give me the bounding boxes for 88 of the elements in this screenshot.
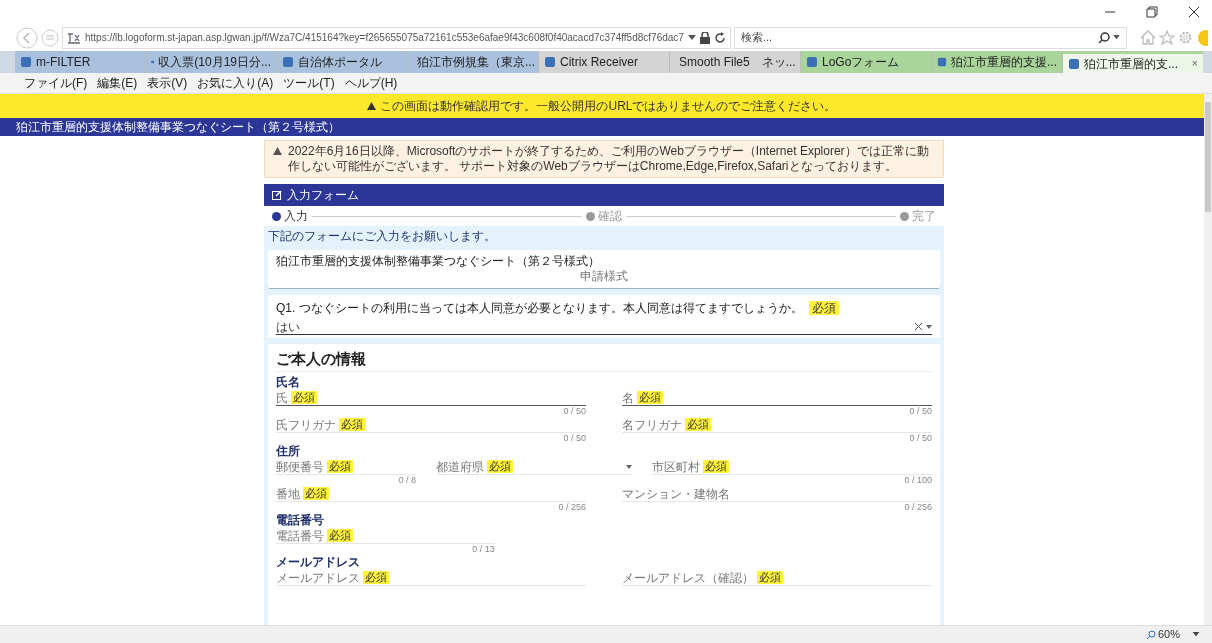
input-field[interactable]: マンション・建物名 — [622, 486, 932, 502]
required-badge: 必須 — [757, 571, 783, 584]
zoom-level[interactable]: 60% — [1157, 626, 1180, 643]
character-counter: 0 / 50 — [563, 433, 586, 443]
group-label: メールアドレス — [276, 555, 361, 569]
caret-icon[interactable] — [926, 324, 932, 329]
browser-tab[interactable]: LoGoフォーム — [801, 51, 932, 73]
step-label: 確認 — [598, 208, 622, 225]
browser-tab[interactable]: 自治体ポータル — [277, 51, 408, 73]
zoom-icon[interactable] — [1145, 629, 1156, 640]
browser-tab[interactable]: Smooth File5 ネッ... — [670, 51, 801, 73]
browser-tab[interactable]: 狛江市重層的支援... — [932, 51, 1063, 73]
character-counter: 0 / 50 — [909, 433, 932, 443]
browser-tab[interactable]: 狛江市重層的支... × — [1063, 51, 1203, 73]
warning-icon — [273, 147, 282, 155]
banner-text: この画面は動作確認用です。一般公開用のURLではありませんのでご注意ください。 — [380, 98, 837, 115]
search-input[interactable]: 検索... — [740, 29, 1098, 46]
menu-item[interactable]: ファイル(F) — [24, 74, 88, 92]
required-badge: 必須 — [327, 529, 353, 542]
menu-item[interactable]: お気に入り(A) — [197, 74, 274, 92]
question-text: Q1. つなぐシートの利用に当っては本人同意が必要となります。本人同意は得てますでしょうか。 — [276, 300, 803, 317]
answer-select[interactable]: はい — [276, 319, 932, 335]
character-counter: 0 / 13 — [472, 544, 495, 554]
step-label: 完了 — [912, 208, 936, 225]
input-field[interactable]: メールアドレス 必須 — [276, 570, 586, 586]
character-counter: 0 / 256 — [558, 502, 586, 512]
required-badge: 必須 — [703, 460, 729, 473]
input-field[interactable]: 都道府県 必須 — [436, 459, 632, 475]
character-counter: 0 / 100 — [904, 475, 932, 485]
input-field[interactable]: 市区町村 必須 — [652, 459, 932, 475]
page-title: 狛江市重層的支援体制整備事業つなぐシート（第２号様式） — [16, 119, 340, 136]
clear-icon[interactable] — [915, 323, 922, 330]
close-icon[interactable] — [1188, 6, 1200, 18]
input-field[interactable]: メールアドレス（確認） 必須 — [622, 570, 932, 586]
input-field[interactable]: 電話番号 必須 — [276, 528, 495, 544]
character-counter: 0 / 50 — [563, 406, 586, 416]
required-badge: 必須 — [487, 460, 513, 473]
group-label: 住所 — [276, 444, 301, 458]
input-field[interactable]: 氏フリガナ 必須 — [276, 417, 586, 433]
dropdown-caret-icon[interactable] — [687, 34, 696, 41]
section-heading: ご本人の情報 — [276, 350, 932, 372]
scrollbar[interactable] — [1204, 94, 1212, 625]
search-icon[interactable] — [1098, 31, 1110, 44]
step-label: 入力 — [284, 208, 308, 225]
group-label: 電話番号 — [276, 513, 325, 527]
warning-icon — [367, 102, 377, 110]
input-field[interactable]: 氏 必須 — [276, 390, 586, 406]
browser-tab[interactable]: m-FILTER — [15, 51, 146, 73]
address-bar[interactable]: https://lb.logoform.st-japan.asp.lgwan.jp/f/Wza7C/415164?key=f265655075a72161c553e6afae9f43c608f0f40acacd7c374ff5d8cf76dac7 — [62, 26, 731, 49]
dropdown-caret-icon[interactable] — [1113, 35, 1120, 40]
menu-item[interactable]: ヘルプ(H) — [344, 74, 398, 92]
required-badge: 必須 — [327, 460, 353, 473]
input-field[interactable]: 名フリガナ 必須 — [622, 417, 932, 433]
search-field[interactable]: 検索... — [733, 26, 1127, 49]
notice-text: 2022年6月16日以降、Microsoftのサポートが終了するため、ご利用のWebブラウザー（Internet Explorer）では正常に動作しない可能性がございます。 サポート対象のWebブラウザーはChrome,Edge,Firefox,Safariとなっております。 — [288, 144, 930, 174]
character-counter: 0 / 8 — [398, 475, 416, 485]
url-text: https://lb.logoform.st-japan.asp.lgwan.jp/f/Wza7C/415164?key=f265655075a72161c553e6afae9f43c608f0f40acacd7c374ff5d8cf76dac7 — [85, 31, 684, 45]
group-label: 氏名 — [276, 375, 301, 389]
form-subtitle: 申請様式 — [580, 269, 628, 284]
required-badge: 必須 — [303, 487, 329, 500]
caret-icon[interactable] — [626, 464, 632, 469]
character-counter: 0 / 256 — [904, 502, 932, 512]
browser-tab[interactable]: Citrix Receiver — [539, 51, 670, 73]
input-field[interactable]: 番地 必須 — [276, 486, 586, 502]
required-badge: 必須 — [291, 391, 317, 404]
form-title: 狛江市重層的支援体制整備事業つなぐシート（第２号様式） — [276, 254, 601, 269]
character-counter: 0 / 50 — [909, 406, 932, 416]
required-badge: 必須 — [363, 571, 389, 584]
edit-icon — [272, 190, 282, 200]
refresh-icon[interactable] — [713, 31, 726, 44]
form-header: 入力フォーム — [264, 184, 944, 206]
menu-item[interactable]: 編集(E) — [97, 74, 138, 92]
required-badge: 必須 — [637, 391, 663, 404]
instruction-text: 下記のフォームにご入力をお願いします。 — [268, 229, 497, 244]
required-badge: 必須 — [339, 418, 365, 431]
menu-item[interactable]: 表示(V) — [147, 74, 188, 92]
input-field[interactable]: 名 必須 — [622, 390, 932, 406]
required-badge: 必須 — [808, 301, 839, 315]
required-badge: 必須 — [685, 418, 711, 431]
dropdown-caret-icon[interactable] — [1192, 632, 1200, 637]
input-field[interactable]: 郵便番号 必須 — [276, 459, 416, 475]
menu-item[interactable]: ツール(T) — [283, 74, 335, 92]
star-icon[interactable] — [1159, 30, 1175, 45]
tab-close-icon[interactable]: × — [1191, 55, 1198, 72]
browser-tab[interactable]: 収入票(10月19日分... — [146, 51, 277, 73]
restore-icon[interactable] — [1146, 6, 1158, 18]
browser-tab[interactable]: 狛江市例規集（東京... — [408, 51, 539, 73]
lock-icon — [699, 31, 710, 44]
